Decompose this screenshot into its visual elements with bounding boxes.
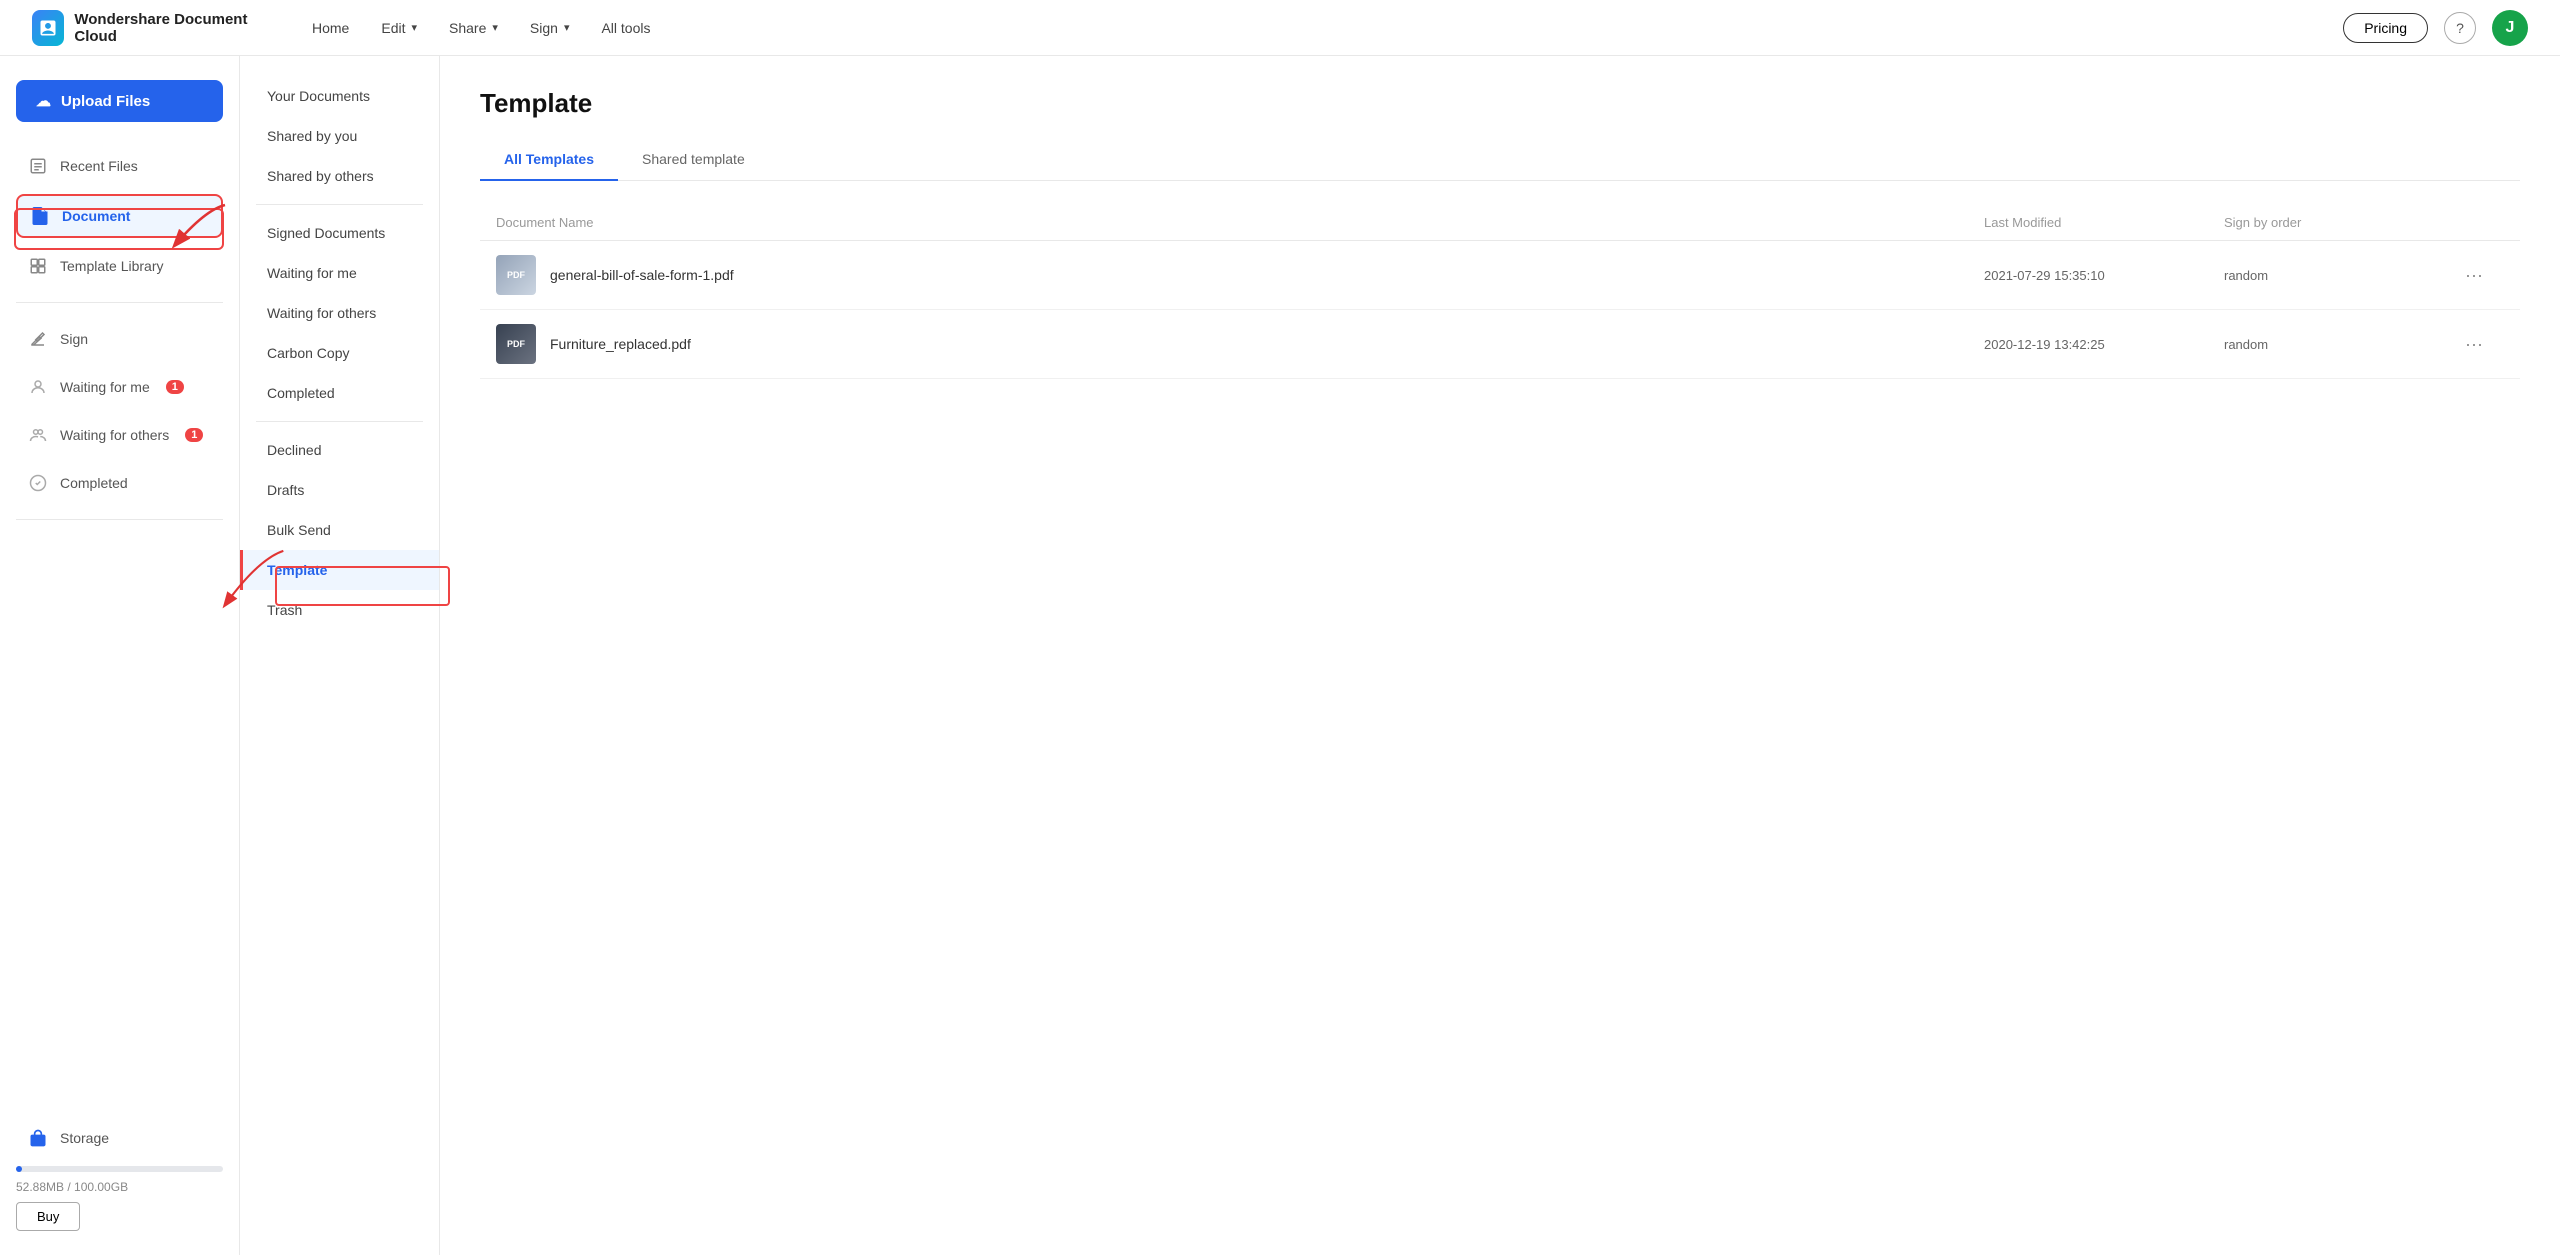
page-title: Template: [480, 88, 2520, 119]
main-content: Template All Templates Shared template D…: [440, 56, 2560, 1255]
mid-divider-1: [256, 204, 423, 205]
main-layout: ☁ Upload Files Recent Files Document Tem…: [0, 56, 2560, 1255]
storage-bar-fill: [16, 1166, 22, 1172]
sidebar-document-label: Document: [62, 208, 130, 224]
sidebar-recent-label: Recent Files: [60, 158, 138, 174]
upload-button[interactable]: ☁ Upload Files: [16, 80, 223, 122]
completed-icon: [28, 473, 48, 493]
logo-icon: [32, 10, 64, 46]
waiting-me-badge: 1: [166, 380, 184, 394]
table-row[interactable]: PDF general-bill-of-sale-form-1.pdf 2021…: [480, 241, 2520, 310]
mid-item-trash[interactable]: Trash: [240, 590, 439, 630]
waiting-me-icon: [28, 377, 48, 397]
storage-item: Storage: [16, 1118, 223, 1158]
sidebar-item-recent-files[interactable]: Recent Files: [16, 146, 223, 186]
mid-item-carbon-copy[interactable]: Carbon Copy: [240, 333, 439, 373]
date-2: 2020-12-19 13:42:25: [1984, 337, 2224, 352]
tab-all-templates[interactable]: All Templates: [480, 139, 618, 181]
buy-button[interactable]: Buy: [16, 1202, 80, 1231]
completed-label: Completed: [60, 475, 128, 491]
template-library-icon: [28, 256, 48, 276]
mid-item-shared-by-others[interactable]: Shared by others: [240, 156, 439, 196]
sign-chevron: ▾: [564, 21, 570, 34]
file-icon-inner-1: PDF: [496, 255, 536, 295]
more-button-2[interactable]: ···: [2444, 330, 2504, 359]
storage-icon: [28, 1128, 48, 1148]
logo-text: Wondershare Document Cloud: [74, 11, 272, 45]
nav-sign[interactable]: Sign ▾: [530, 20, 570, 36]
sign-icon: [28, 329, 48, 349]
sign-order-1: random: [2224, 268, 2444, 283]
file-cell-2: PDF Furniture_replaced.pdf: [496, 324, 1984, 364]
waiting-others-badge: 1: [185, 428, 203, 442]
left-sidebar: ☁ Upload Files Recent Files Document Tem…: [0, 56, 240, 1255]
nav-all-tools[interactable]: All tools: [601, 20, 650, 36]
storage-bar-background: [16, 1166, 223, 1172]
upload-icon: ☁: [36, 92, 51, 110]
storage-section: Storage 52.88MB / 100.00GB Buy: [16, 1102, 223, 1231]
sidebar-item-waiting-for-others[interactable]: Waiting for others 1: [16, 415, 223, 455]
top-navigation: Wondershare Document Cloud Home Edit ▾ S…: [0, 0, 2560, 56]
help-button[interactable]: ?: [2444, 12, 2476, 44]
file-name-1: general-bill-of-sale-form-1.pdf: [550, 267, 734, 283]
sidebar-divider-1: [16, 302, 223, 303]
sidebar-item-waiting-for-me[interactable]: Waiting for me 1: [16, 367, 223, 407]
mid-item-signed-documents[interactable]: Signed Documents: [240, 213, 439, 253]
table-header: Document Name Last Modified Sign by orde…: [480, 205, 2520, 241]
nav-right: Pricing ? J: [2343, 10, 2528, 46]
mid-sidebar: Your Documents Shared by you Shared by o…: [240, 56, 440, 1255]
col-doc-name: Document Name: [496, 215, 1984, 230]
col-sign-order: Sign by order: [2224, 215, 2444, 230]
mid-item-waiting-for-me[interactable]: Waiting for me: [240, 253, 439, 293]
waiting-me-label: Waiting for me: [60, 379, 150, 395]
sidebar-divider-2: [16, 519, 223, 520]
file-icon-inner-2: PDF: [496, 324, 536, 364]
sidebar-item-completed[interactable]: Completed: [16, 463, 223, 503]
date-1: 2021-07-29 15:35:10: [1984, 268, 2224, 283]
mid-item-your-documents[interactable]: Your Documents: [240, 76, 439, 116]
sidebar-sign-label: Sign: [60, 331, 88, 347]
share-chevron: ▾: [492, 21, 498, 34]
mid-item-drafts[interactable]: Drafts: [240, 470, 439, 510]
storage-label: Storage: [60, 1130, 109, 1146]
mid-divider-2: [256, 421, 423, 422]
document-icon: [30, 206, 50, 226]
waiting-others-icon: [28, 425, 48, 445]
mid-item-template[interactable]: Template: [240, 550, 439, 590]
more-button-1[interactable]: ···: [2444, 261, 2504, 290]
file-cell-1: PDF general-bill-of-sale-form-1.pdf: [496, 255, 1984, 295]
user-avatar[interactable]: J: [2492, 10, 2528, 46]
recent-files-icon: [28, 156, 48, 176]
col-actions: [2444, 215, 2504, 230]
tab-shared-template[interactable]: Shared template: [618, 139, 769, 181]
table-row[interactable]: PDF Furniture_replaced.pdf 2020-12-19 13…: [480, 310, 2520, 379]
mid-item-bulk-send[interactable]: Bulk Send: [240, 510, 439, 550]
mid-item-completed[interactable]: Completed: [240, 373, 439, 413]
edit-chevron: ▾: [411, 21, 417, 34]
file-icon-2: PDF: [496, 324, 536, 364]
logo-area: Wondershare Document Cloud: [32, 10, 272, 46]
col-last-modified: Last Modified: [1984, 215, 2224, 230]
sidebar-item-document[interactable]: Document: [16, 194, 223, 238]
tabs-container: All Templates Shared template: [480, 139, 2520, 181]
mid-item-waiting-for-others[interactable]: Waiting for others: [240, 293, 439, 333]
sign-order-2: random: [2224, 337, 2444, 352]
sidebar-item-sign[interactable]: Sign: [16, 319, 223, 359]
file-name-2: Furniture_replaced.pdf: [550, 336, 691, 352]
nav-edit[interactable]: Edit ▾: [381, 20, 417, 36]
nav-share[interactable]: Share ▾: [449, 20, 498, 36]
nav-home[interactable]: Home: [312, 20, 349, 36]
storage-usage-text: 52.88MB / 100.00GB: [16, 1180, 223, 1194]
nav-links: Home Edit ▾ Share ▾ Sign ▾ All tools: [272, 20, 2343, 36]
sidebar-template-lib-label: Template Library: [60, 258, 164, 274]
pricing-button[interactable]: Pricing: [2343, 13, 2428, 43]
file-icon-1: PDF: [496, 255, 536, 295]
sidebar-item-template-library[interactable]: Template Library: [16, 246, 223, 286]
mid-item-shared-by-you[interactable]: Shared by you: [240, 116, 439, 156]
mid-item-declined[interactable]: Declined: [240, 430, 439, 470]
waiting-others-label: Waiting for others: [60, 427, 169, 443]
